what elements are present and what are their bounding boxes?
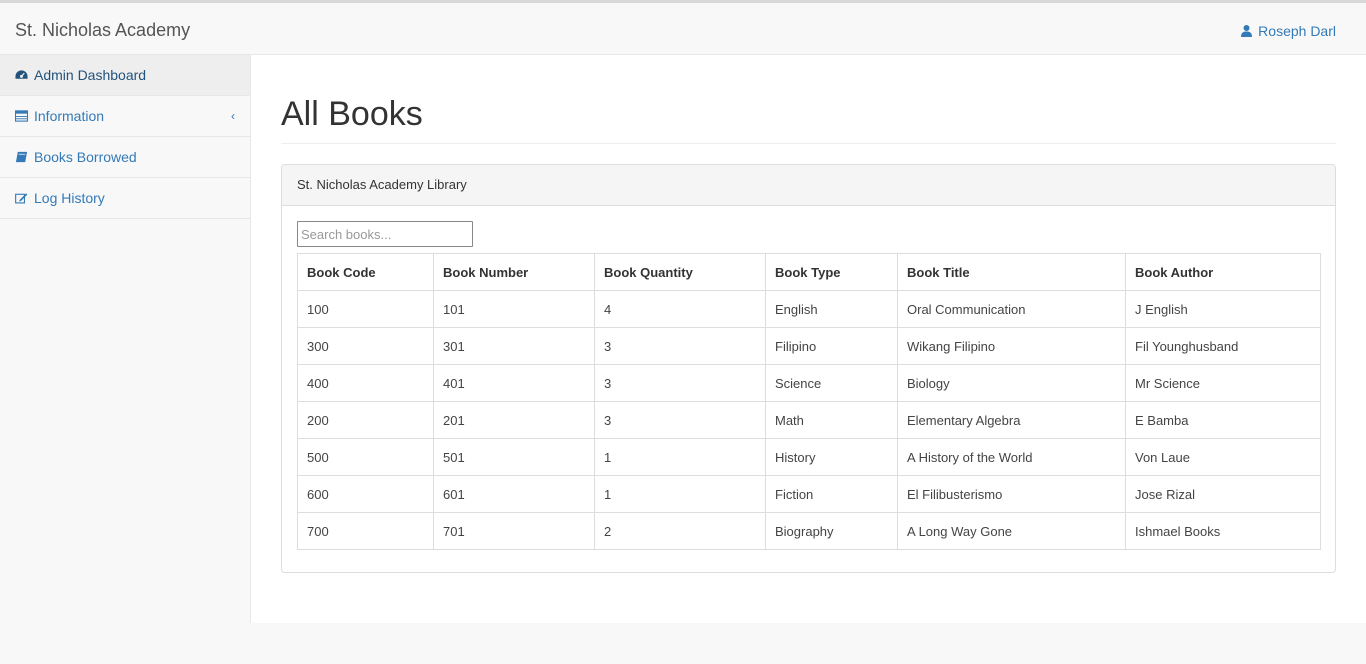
cell-book-type: Fiction — [765, 475, 898, 513]
cell-book-title: A History of the World — [897, 438, 1126, 476]
cell-book-quantity: 4 — [594, 290, 766, 328]
cell-book-number: 501 — [433, 438, 595, 476]
column-header[interactable]: Book Type — [765, 253, 898, 291]
cell-book-number: 701 — [433, 512, 595, 550]
cell-book-author: Mr Science — [1125, 364, 1321, 402]
table-header-row: Book Code Book Number Book Quantity Book… — [297, 253, 1321, 291]
cell-book-author: Jose Rizal — [1125, 475, 1321, 513]
edit-icon — [15, 192, 29, 204]
column-header[interactable]: Book Quantity — [594, 253, 766, 291]
table-row: 100 101 4 English Oral Communication J E… — [297, 290, 1321, 328]
cell-book-type: Math — [765, 401, 898, 439]
user-icon — [1241, 25, 1253, 37]
table-row: 700 701 2 Biography A Long Way Gone Ishm… — [297, 512, 1321, 550]
cell-book-quantity: 3 — [594, 327, 766, 365]
table-row: 600 601 1 Fiction El Filibusterismo Jose… — [297, 475, 1321, 513]
cell-book-code: 700 — [297, 512, 434, 550]
sidebar-item-label: Information — [34, 108, 105, 124]
page-title: All Books — [281, 95, 423, 133]
user-menu[interactable]: Roseph Darl — [1241, 23, 1336, 39]
cell-book-author: Ishmael Books — [1125, 512, 1321, 550]
cell-book-type: Biography — [765, 512, 898, 550]
column-header[interactable]: Book Title — [897, 253, 1126, 291]
cell-book-title: Biology — [897, 364, 1126, 402]
books-table: Book Code Book Number Book Quantity Book… — [297, 253, 1321, 550]
cell-book-quantity: 1 — [594, 475, 766, 513]
search-input[interactable] — [297, 221, 473, 247]
cell-book-type: English — [765, 290, 898, 328]
cell-book-code: 600 — [297, 475, 434, 513]
sidebar-item-log-history[interactable]: Log History — [0, 178, 250, 219]
cell-book-number: 201 — [433, 401, 595, 439]
column-header[interactable]: Book Number — [433, 253, 595, 291]
cell-book-title: Elementary Algebra — [897, 401, 1126, 439]
sidebar-item-label: Admin Dashboard — [34, 67, 147, 83]
table-row: 200 201 3 Math Elementary Algebra E Bamb… — [297, 401, 1321, 439]
cell-book-type: History — [765, 438, 898, 476]
sidebar: Admin Dashboard Information ‹ Books Borr… — [0, 55, 251, 623]
table-row: 500 501 1 History A History of the World… — [297, 438, 1321, 476]
column-header[interactable]: Book Author — [1125, 253, 1321, 291]
sidebar-item-information[interactable]: Information ‹ — [0, 96, 250, 137]
cell-book-quantity: 3 — [594, 364, 766, 402]
title-divider — [281, 143, 1336, 144]
cell-book-quantity: 2 — [594, 512, 766, 550]
cell-book-title: A Long Way Gone — [897, 512, 1126, 550]
sidebar-item-label: Books Borrowed — [34, 149, 137, 165]
cell-book-code: 100 — [297, 290, 434, 328]
column-header[interactable]: Book Code — [297, 253, 434, 291]
table-row: 400 401 3 Science Biology Mr Science — [297, 364, 1321, 402]
cell-book-title: El Filibusterismo — [897, 475, 1126, 513]
cell-book-number: 401 — [433, 364, 595, 402]
cell-book-type: Filipino — [765, 327, 898, 365]
cell-book-code: 500 — [297, 438, 434, 476]
cell-book-author: J English — [1125, 290, 1321, 328]
cell-book-code: 200 — [297, 401, 434, 439]
table-icon — [15, 110, 29, 122]
top-navbar: St. Nicholas Academy Roseph Darl — [0, 0, 1366, 55]
chevron-left-icon[interactable]: ‹ — [231, 109, 235, 123]
cell-book-number: 101 — [433, 290, 595, 328]
cell-book-title: Oral Communication — [897, 290, 1126, 328]
cell-book-code: 300 — [297, 327, 434, 365]
footer-strip — [0, 623, 1366, 664]
cell-book-author: Von Laue — [1125, 438, 1321, 476]
sidebar-item-label: Log History — [34, 190, 105, 206]
library-panel: St. Nicholas Academy Library Book Code B… — [281, 164, 1336, 573]
cell-book-number: 601 — [433, 475, 595, 513]
sidebar-item-admin-dashboard[interactable]: Admin Dashboard — [0, 55, 250, 96]
sidebar-item-books-borrowed[interactable]: Books Borrowed — [0, 137, 250, 178]
cell-book-quantity: 3 — [594, 401, 766, 439]
cell-book-author: E Bamba — [1125, 401, 1321, 439]
cell-book-title: Wikang Filipino — [897, 327, 1126, 365]
cell-book-code: 400 — [297, 364, 434, 402]
cell-book-quantity: 1 — [594, 438, 766, 476]
table-row: 300 301 3 Filipino Wikang Filipino Fil Y… — [297, 327, 1321, 365]
dashboard-icon — [15, 69, 29, 81]
cell-book-type: Science — [765, 364, 898, 402]
brand-link[interactable]: St. Nicholas Academy — [15, 20, 190, 41]
cell-book-number: 301 — [433, 327, 595, 365]
main-content: All Books St. Nicholas Academy Library B… — [251, 55, 1366, 623]
panel-heading: St. Nicholas Academy Library — [282, 165, 1335, 206]
cell-book-author: Fil Younghusband — [1125, 327, 1321, 365]
user-name: Roseph Darl — [1258, 23, 1336, 39]
book-icon — [15, 151, 29, 163]
